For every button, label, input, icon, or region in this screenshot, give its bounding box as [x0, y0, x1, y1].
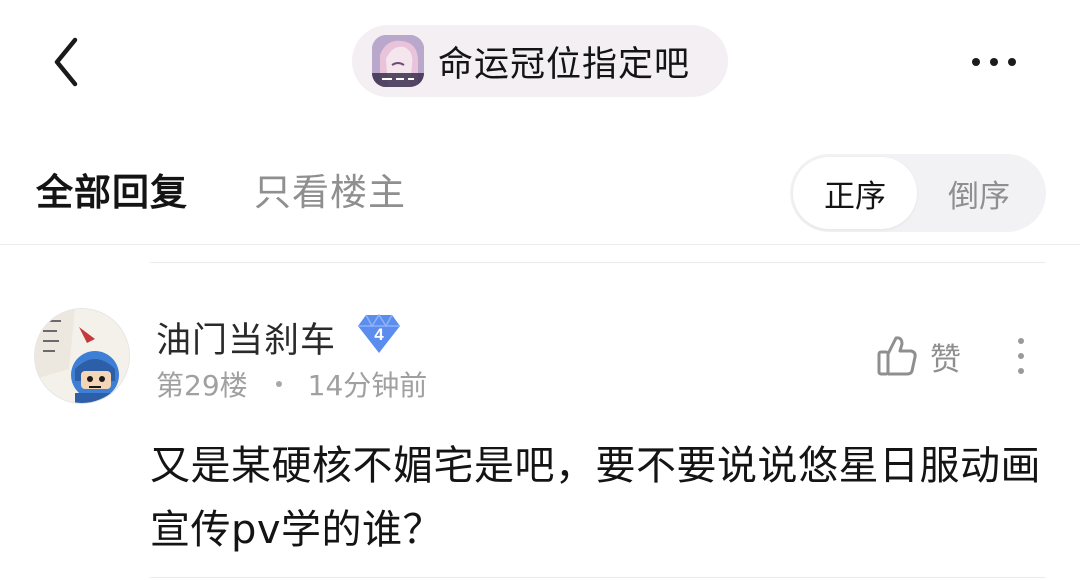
thumbs-up-icon: [877, 336, 917, 376]
like-label: 赞: [930, 341, 961, 378]
reply-more-button[interactable]: [1006, 334, 1036, 378]
back-button[interactable]: [38, 30, 94, 94]
divider: [0, 244, 1080, 245]
forum-title: 命运冠位指定吧: [438, 44, 691, 85]
sort-descending-option[interactable]: 倒序: [917, 157, 1041, 229]
like-button[interactable]: 赞: [876, 330, 961, 382]
sort-toggle: 正序 倒序: [790, 154, 1046, 232]
chevron-left-icon: [54, 37, 78, 87]
floor-number: 第29楼: [156, 369, 248, 402]
more-horizontal-icon-dot: [972, 58, 980, 66]
reply-content: 又是某硬核不媚宅是吧，要不要说说悠星日服动画宣传pv学的谁？: [150, 443, 1041, 553]
more-vertical-icon-dot: [1018, 353, 1024, 359]
reply-detail-page: 命运冠位指定吧 全部回复 只看楼主 正序 倒序 油门当刹车 4 第29楼 14分…: [0, 0, 1080, 580]
post-time: 14分钟前: [307, 369, 428, 402]
forum-avatar: [372, 35, 424, 87]
more-vertical-icon-dot: [1018, 368, 1024, 374]
username[interactable]: 油门当刹车: [156, 312, 336, 363]
tab-all-replies[interactable]: 全部回复: [36, 162, 188, 216]
more-horizontal-icon-dot: [1008, 58, 1016, 66]
divider: [150, 577, 1046, 578]
reply-meta: 第29楼 14分钟前: [156, 364, 427, 404]
level-badge: 4: [358, 313, 400, 353]
divider: [150, 262, 1046, 263]
tab-op-only[interactable]: 只看楼主: [254, 162, 406, 216]
user-avatar[interactable]: [34, 308, 130, 404]
more-vertical-icon-dot: [1018, 338, 1024, 344]
separator-dot: [275, 381, 282, 387]
forum-pill[interactable]: 命运冠位指定吧: [352, 25, 728, 97]
level-badge-number: 4: [374, 325, 384, 344]
sort-ascending-option[interactable]: 正序: [793, 157, 917, 229]
more-horizontal-icon-dot: [990, 58, 998, 66]
more-options-button[interactable]: [956, 40, 1032, 84]
